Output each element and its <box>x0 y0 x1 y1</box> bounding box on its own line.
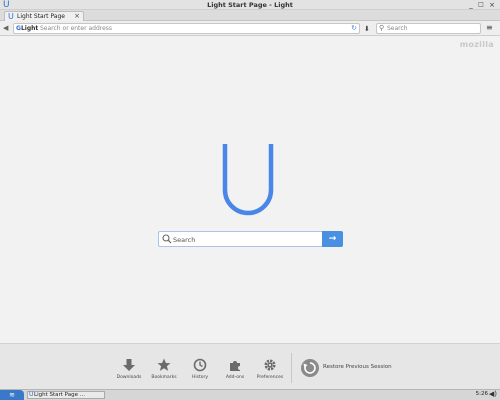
gear-icon <box>252 356 288 373</box>
tab-favicon-icon: U <box>8 12 14 21</box>
light-logo <box>222 144 274 216</box>
launcher-preferences-button[interactable]: Preferences <box>252 356 288 380</box>
menu-icon[interactable]: ≡ <box>486 23 493 32</box>
downloads-toolbar-icon[interactable]: ⬇ <box>364 25 370 33</box>
identity-name: Light <box>20 25 39 32</box>
maximize-button[interactable]: □ <box>477 0 485 10</box>
magnifier-icon <box>162 234 172 244</box>
puzzle-icon <box>217 356 253 373</box>
close-window-button[interactable]: × <box>488 0 496 10</box>
search-icon: ⚲ <box>379 24 385 32</box>
close-tab-button[interactable]: × <box>74 12 80 21</box>
main-search-form: → <box>158 231 343 247</box>
window-title: Light Start Page - Light <box>207 1 293 9</box>
main-search-field[interactable] <box>158 231 323 247</box>
toolbar-search-input[interactable] <box>387 24 477 33</box>
launcher-downloads-button[interactable]: Downloads <box>111 356 147 380</box>
mozilla-watermark: mozilla <box>459 40 494 49</box>
launcher-bar: Downloads Bookmarks History Add-ons Pref… <box>0 343 500 389</box>
start-menu-button[interactable]: ≋ <box>0 390 24 400</box>
minimize-button[interactable]: _ <box>467 0 475 10</box>
toolbar-search-box[interactable]: ⚲ <box>376 23 481 34</box>
taskbar-window-item[interactable]: U Light Start Page ... <box>27 391 105 399</box>
taskbar-clock: 5:26 <box>475 391 488 397</box>
address-bar[interactable]: GLight ↻ <box>13 23 360 34</box>
star-icon <box>146 356 182 373</box>
back-arrow-icon[interactable]: ◀ <box>3 24 8 32</box>
search-go-button[interactable]: → <box>322 231 343 247</box>
tab-light-start-page[interactable]: U Light Start Page × <box>4 11 84 21</box>
launcher-label-downloads: Downloads <box>116 375 142 380</box>
start-page-content: mozilla → <box>0 37 500 343</box>
launcher-label-history: History <box>191 375 208 380</box>
tab-label: Light Start Page <box>17 13 65 20</box>
launcher-label-preferences: Preferences <box>256 375 284 380</box>
download-icon <box>111 356 147 373</box>
main-search-input[interactable] <box>173 234 318 245</box>
restore-session-icon <box>301 359 319 377</box>
taskbar-window-icon: U <box>29 391 34 398</box>
address-input[interactable] <box>40 24 340 33</box>
launcher-label-addons: Add-ons <box>225 375 245 380</box>
launcher-bookmarks-button[interactable]: Bookmarks <box>146 356 182 380</box>
window-titlebar: U Light Start Page - Light _ □ × <box>0 0 500 10</box>
launcher-addons-button[interactable]: Add-ons <box>217 356 253 380</box>
launcher-history-button[interactable]: History <box>182 356 218 380</box>
reload-icon[interactable]: ↻ <box>351 24 357 32</box>
start-menu-icon: ≋ <box>9 391 15 399</box>
clock-icon <box>182 356 218 373</box>
taskbar-window-label: Light Start Page ... <box>34 392 85 398</box>
identity-label: GLight <box>16 25 38 32</box>
tab-strip: U Light Start Page × + <box>0 10 500 30</box>
restore-session-label: Restore Previous Session <box>323 364 392 370</box>
os-taskbar: ≋ U Light Start Page ... 5:26 ◀) <box>0 389 500 400</box>
launcher-label-bookmarks: Bookmarks <box>151 375 177 380</box>
volume-icon[interactable]: ◀) <box>489 390 497 398</box>
launcher-divider <box>291 353 292 383</box>
navigation-bar: ◀ GLight ↻ ⬇ ⚲ ≡ <box>0 21 500 36</box>
